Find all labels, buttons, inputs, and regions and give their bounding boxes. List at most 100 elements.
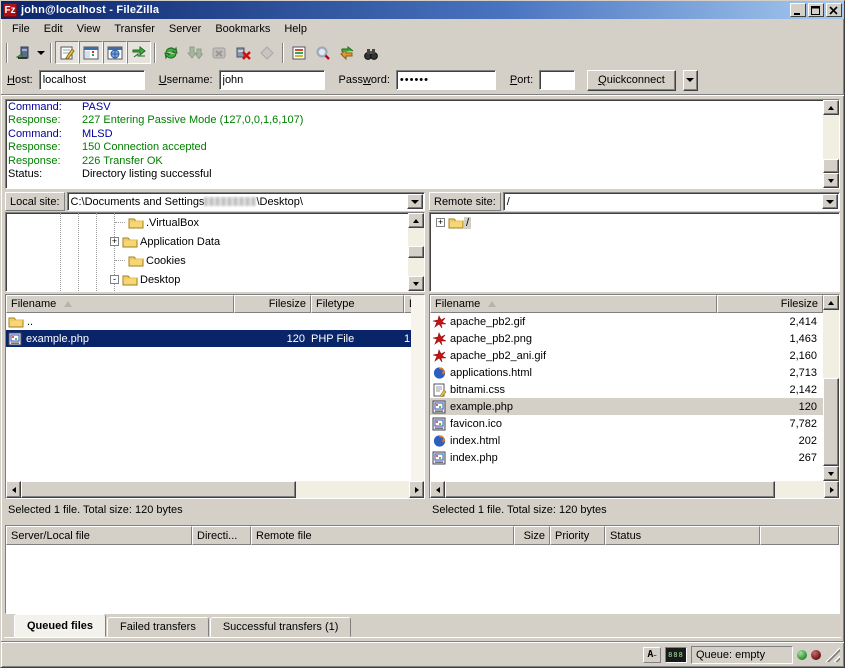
file-row-selected[interactable]: example.php 120 PHP File 1 xyxy=(6,330,411,347)
scroll-right-button[interactable] xyxy=(824,481,839,498)
menu-file[interactable]: File xyxy=(5,21,37,37)
file-row[interactable]: bitnami.css 2,142 xyxy=(430,381,823,398)
scroll-thumb[interactable] xyxy=(445,481,775,498)
column-header-filesize[interactable]: Filesize xyxy=(717,295,823,313)
local-list-scrollbar[interactable] xyxy=(411,295,424,481)
menu-help[interactable]: Help xyxy=(277,21,314,37)
file-row[interactable]: applications.html 2,713 xyxy=(430,364,823,381)
remote-site-combobox[interactable]: / xyxy=(503,192,840,211)
file-row[interactable]: apache_pb2.gif 2,414 xyxy=(430,313,823,330)
tree-item[interactable]: - Desktop xyxy=(6,270,408,289)
column-header-remote-file[interactable]: Remote file xyxy=(251,526,514,545)
file-row[interactable]: apache_pb2.png 1,463 xyxy=(430,330,823,347)
column-header-size[interactable]: Size xyxy=(514,526,550,545)
scroll-up-button[interactable] xyxy=(408,213,424,228)
collapse-icon[interactable]: - xyxy=(110,275,119,284)
scroll-down-button[interactable] xyxy=(823,173,839,188)
menu-edit[interactable]: Edit xyxy=(37,21,70,37)
transfer-type-ascii-icon[interactable]: A.. xyxy=(643,647,661,663)
column-header-server-local-file[interactable]: Server/Local file xyxy=(6,526,192,545)
toggle-transfer-queue-button[interactable] xyxy=(127,41,151,64)
scroll-up-button[interactable] xyxy=(823,295,839,310)
file-row[interactable]: index.php 267 xyxy=(430,449,823,466)
local-horizontal-scrollbar[interactable] xyxy=(6,481,424,498)
find-files-button[interactable] xyxy=(359,41,383,64)
tree-item[interactable]: + Application Data xyxy=(6,232,408,251)
menu-view[interactable]: View xyxy=(70,21,108,37)
scroll-thumb[interactable] xyxy=(823,159,839,173)
scroll-left-button[interactable] xyxy=(6,481,21,498)
host-input[interactable] xyxy=(39,70,145,90)
quickconnect-dropdown[interactable] xyxy=(683,70,698,91)
scroll-track[interactable] xyxy=(823,115,839,159)
tree-item[interactable]: .VirtualBox xyxy=(6,213,408,232)
synchronized-browsing-button[interactable] xyxy=(335,41,359,64)
password-input[interactable] xyxy=(396,70,496,90)
toggle-remote-tree-button[interactable] xyxy=(103,41,127,64)
toggle-message-log-button[interactable] xyxy=(55,41,79,64)
scroll-thumb[interactable] xyxy=(21,481,296,498)
disconnect-button[interactable] xyxy=(231,41,255,64)
menu-server[interactable]: Server xyxy=(162,21,208,37)
column-header-filename[interactable]: Filename xyxy=(430,295,717,313)
log-vertical-scrollbar[interactable] xyxy=(823,100,839,188)
minimize-button[interactable] xyxy=(790,3,806,17)
close-button[interactable] xyxy=(826,3,842,17)
column-header-filetype[interactable]: Filetype xyxy=(311,295,404,313)
scroll-right-button[interactable] xyxy=(409,481,424,498)
scroll-down-button[interactable] xyxy=(823,466,839,481)
tree-item[interactable]: Cookies xyxy=(6,251,408,270)
file-row[interactable]: apache_pb2_ani.gif 2,160 xyxy=(430,347,823,364)
column-header-filename[interactable]: Filename xyxy=(6,295,234,313)
local-path-dropdown[interactable] xyxy=(407,194,423,209)
maximize-button[interactable] xyxy=(808,3,824,17)
scroll-up-button[interactable] xyxy=(823,100,839,115)
local-site-combobox[interactable]: C:\Documents and Settings\Desktop\ xyxy=(67,192,425,211)
process-queue-button[interactable] xyxy=(183,41,207,64)
site-manager-button[interactable] xyxy=(11,41,35,64)
remote-list-scrollbar[interactable] xyxy=(823,295,839,481)
reconnect-button[interactable] xyxy=(255,41,279,64)
remote-path-dropdown[interactable] xyxy=(822,194,838,209)
scroll-down-button[interactable] xyxy=(408,276,424,291)
scroll-track[interactable] xyxy=(408,228,424,246)
tab-failed-transfers[interactable]: Failed transfers xyxy=(107,617,209,637)
tab-successful-transfers[interactable]: Successful transfers (1) xyxy=(210,617,352,637)
column-header-status[interactable]: Status xyxy=(605,526,760,545)
tab-queued-files[interactable]: Queued files xyxy=(14,614,106,637)
message-log: Command:PASV Response:227 Entering Passi… xyxy=(5,99,840,189)
remote-horizontal-scrollbar[interactable] xyxy=(430,481,839,498)
scroll-track[interactable] xyxy=(775,481,824,498)
menu-transfer[interactable]: Transfer xyxy=(107,21,162,37)
username-input[interactable] xyxy=(219,70,325,90)
cancel-operation-button[interactable] xyxy=(207,41,231,64)
scroll-track[interactable] xyxy=(296,481,409,498)
scroll-thumb[interactable] xyxy=(408,246,424,258)
scroll-left-button[interactable] xyxy=(430,481,445,498)
file-row[interactable]: favicon.ico 7,782 xyxy=(430,415,823,432)
quickconnect-button[interactable]: Quickconnect xyxy=(587,70,676,91)
toggle-local-tree-button[interactable] xyxy=(79,41,103,64)
column-header-direction[interactable]: Directi... xyxy=(192,526,251,545)
scroll-track[interactable] xyxy=(408,258,424,276)
file-row-parent-dir[interactable]: .. xyxy=(6,313,411,330)
port-input[interactable] xyxy=(539,70,575,90)
tree-item[interactable]: + / xyxy=(430,213,839,232)
expand-icon[interactable]: + xyxy=(110,237,119,246)
refresh-button[interactable] xyxy=(159,41,183,64)
expand-icon[interactable]: + xyxy=(436,218,445,227)
speed-limits-icon[interactable]: 888 xyxy=(665,647,687,663)
local-tree-scrollbar[interactable] xyxy=(408,213,424,291)
site-manager-dropdown[interactable] xyxy=(35,41,47,64)
scroll-thumb[interactable] xyxy=(823,378,839,466)
queue-body[interactable] xyxy=(6,545,839,613)
scroll-track[interactable] xyxy=(823,310,839,378)
column-header-priority[interactable]: Priority xyxy=(550,526,605,545)
menu-bookmarks[interactable]: Bookmarks xyxy=(208,21,277,37)
file-row-selected[interactable]: example.php 120 xyxy=(430,398,823,415)
column-header-filesize[interactable]: Filesize xyxy=(234,295,311,313)
resize-grip[interactable] xyxy=(825,647,840,662)
directory-listing-filters-button[interactable] xyxy=(287,41,311,64)
directory-comparison-button[interactable] xyxy=(311,41,335,64)
file-row[interactable]: index.html 202 xyxy=(430,432,823,449)
